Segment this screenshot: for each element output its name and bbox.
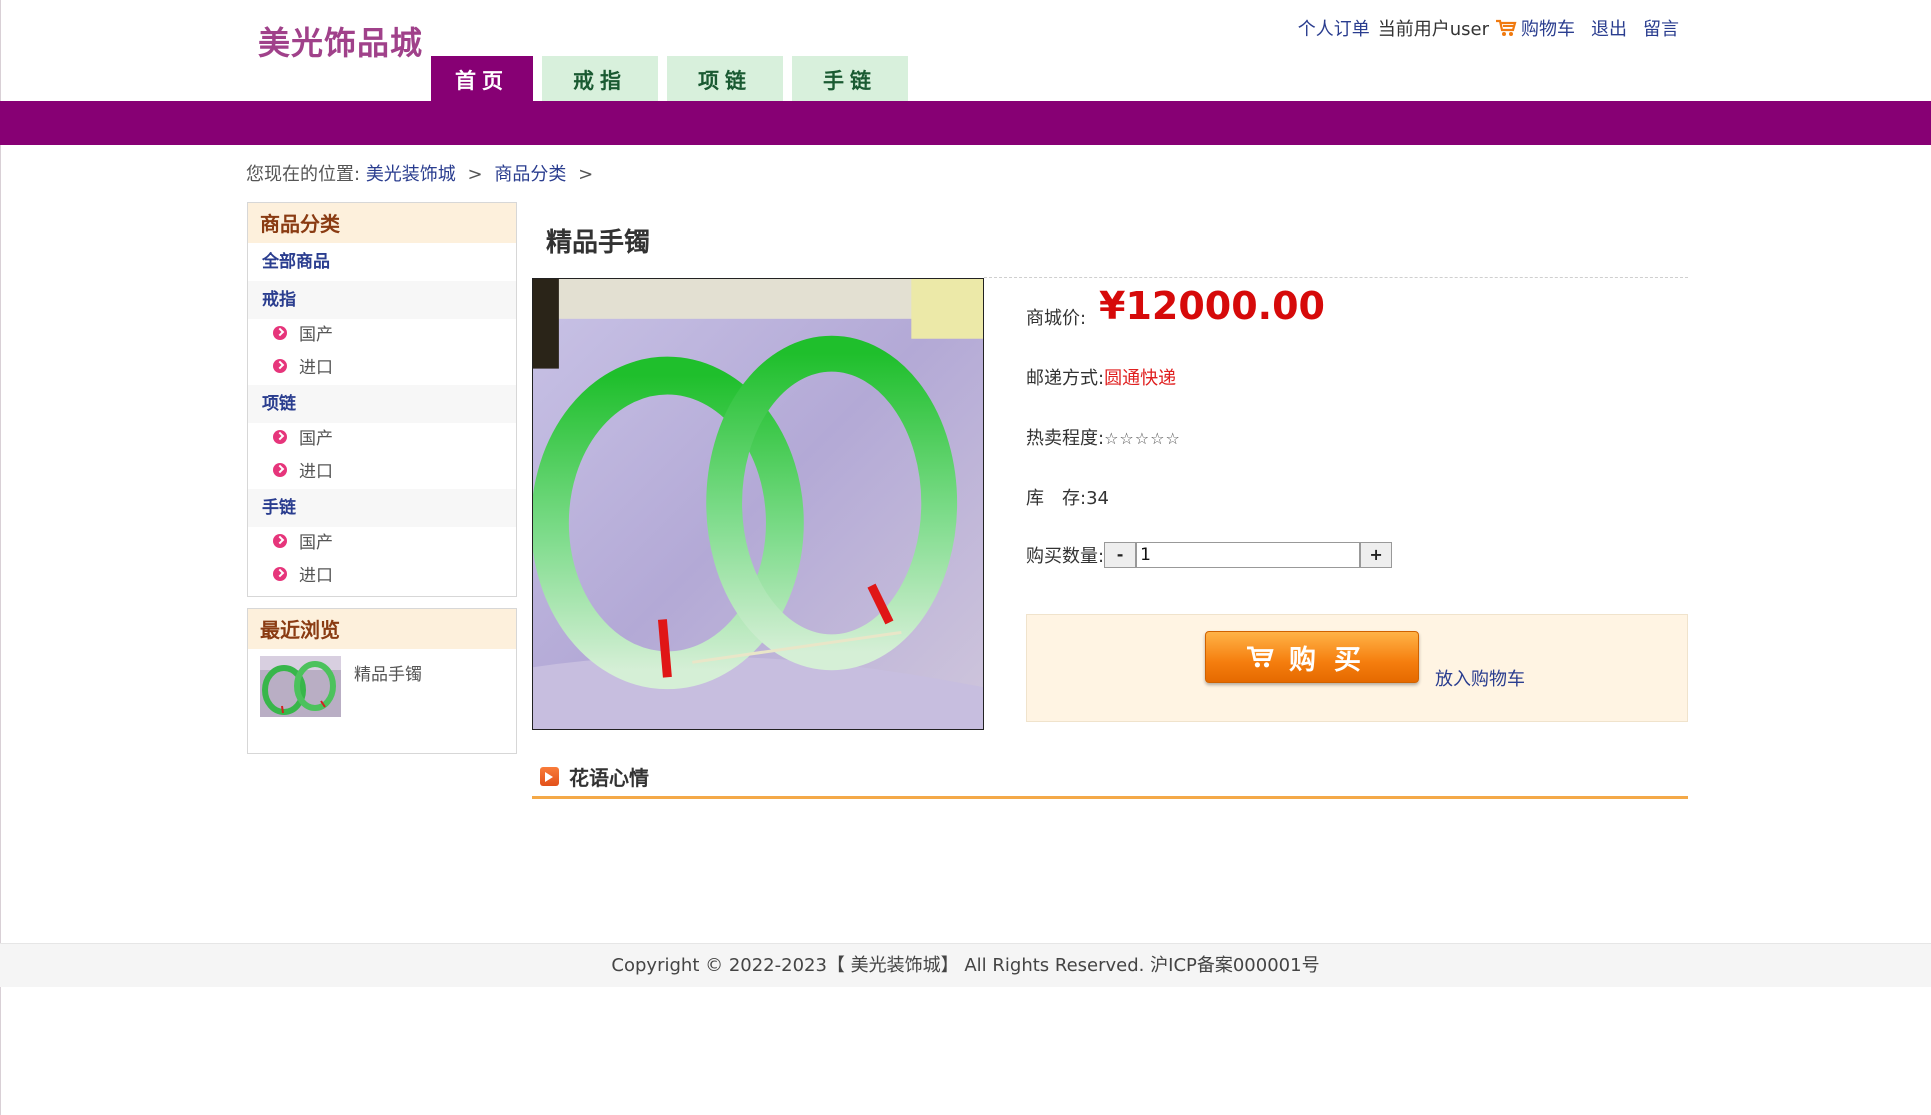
category-group-bracelets[interactable]: 手链 <box>248 489 516 527</box>
category-sub-label: 国产 <box>299 429 333 449</box>
quantity-input[interactable]: 1 <box>1136 542 1361 568</box>
bullet-arrow-icon <box>273 358 287 373</box>
quantity-label: 购买数量: <box>1026 546 1105 567</box>
cart-link[interactable]: 购物车 <box>1521 15 1575 41</box>
quantity-row: 购买数量: - 1 + <box>1026 542 1393 568</box>
bullet-arrow-icon <box>273 533 287 548</box>
category-sub-label: 进口 <box>299 566 333 586</box>
breadcrumb-separator: > <box>467 164 483 185</box>
category-sub-label: 国产 <box>299 533 333 553</box>
breadcrumb: 您现在的位置: 美光装饰城 > 商品分类 > <box>246 160 599 186</box>
main-nav: 首页 戒指 项链 手链 <box>431 56 908 101</box>
category-group-necklaces[interactable]: 项链 <box>248 385 516 423</box>
buy-button[interactable]: 购买 <box>1205 631 1419 683</box>
tab-home[interactable]: 首页 <box>431 56 533 101</box>
stock-label: 库 存: <box>1026 488 1087 509</box>
add-to-cart-link[interactable]: 放入购物车 <box>1435 665 1525 691</box>
arrow-right-icon <box>540 767 559 786</box>
recent-item-thumbnail[interactable] <box>260 656 341 717</box>
quantity-decrease-button[interactable]: - <box>1104 542 1137 568</box>
category-sub-item[interactable]: 国产 <box>248 527 516 560</box>
cart-icon <box>1247 646 1274 668</box>
recent-item-name[interactable]: 精品手镯 <box>354 660 422 717</box>
shipping-label: 邮递方式: <box>1026 368 1105 389</box>
category-sub-item[interactable]: 进口 <box>248 560 516 593</box>
product-title: 精品手镯 <box>546 228 651 258</box>
category-sub-label: 进口 <box>299 358 333 378</box>
orders-link[interactable]: 个人订单 <box>1298 15 1370 41</box>
stock-value: 34 <box>1086 488 1109 509</box>
category-panel-title: 商品分类 <box>248 203 516 243</box>
recent-panel-title: 最近浏览 <box>248 609 516 649</box>
shipping-value: 圆通快递 <box>1104 368 1177 389</box>
breadcrumb-category[interactable]: 商品分类 <box>494 164 566 185</box>
star-rating: ☆☆☆☆☆ <box>1104 429 1181 448</box>
category-sub-item[interactable]: 进口 <box>248 352 516 385</box>
footer: Copyright © 2022-2023【 美光装饰城】 All Rights… <box>0 943 1931 987</box>
logout-link[interactable]: 退出 <box>1591 15 1627 41</box>
category-panel: 商品分类 全部商品 戒指 国产 进口 项链 国产 进口 手链 国产 进口 <box>247 202 517 597</box>
price-label: 商城价: <box>1026 308 1087 329</box>
category-sub-item[interactable]: 国产 <box>248 423 516 456</box>
breadcrumb-home[interactable]: 美光装饰城 <box>366 164 456 185</box>
bullet-arrow-icon <box>273 325 287 340</box>
stock-row: 库 存:34 <box>1026 484 1109 510</box>
tab-bracelets[interactable]: 手链 <box>792 56 908 101</box>
section-divider <box>532 796 1688 799</box>
shipping-row: 邮递方式:圆通快递 <box>1026 364 1176 390</box>
message-link[interactable]: 留言 <box>1643 15 1679 41</box>
section-title: 花语心情 <box>569 766 649 790</box>
popularity-row: 热卖程度:☆☆☆☆☆ <box>1026 424 1181 450</box>
buy-button-label: 购买 <box>1289 644 1379 676</box>
category-all[interactable]: 全部商品 <box>248 243 516 281</box>
bullet-arrow-icon <box>273 462 287 477</box>
category-group-rings[interactable]: 戒指 <box>248 281 516 319</box>
product-image <box>532 278 984 730</box>
bullet-arrow-icon <box>273 429 287 444</box>
category-sub-label: 进口 <box>299 462 333 482</box>
bullet-arrow-icon <box>273 566 287 581</box>
quantity-increase-button[interactable]: + <box>1360 542 1393 568</box>
popularity-label: 热卖程度: <box>1026 428 1105 449</box>
breadcrumb-separator: > <box>578 164 594 185</box>
category-sub-label: 国产 <box>299 325 333 345</box>
top-links: 个人订单 当前用户user 购物车 退出 留言 <box>1298 15 1679 41</box>
category-sub-item[interactable]: 国产 <box>248 319 516 352</box>
purchase-box: 购买 放入购物车 <box>1026 614 1688 722</box>
category-sub-item[interactable]: 进口 <box>248 456 516 489</box>
tab-rings[interactable]: 戒指 <box>542 56 658 101</box>
nav-bar-strip <box>0 101 1931 145</box>
recent-item[interactable]: 精品手镯 <box>260 656 422 717</box>
title-divider <box>984 277 1688 278</box>
product-price: ¥12000.00 <box>1099 284 1325 328</box>
tab-necklaces[interactable]: 项链 <box>667 56 783 101</box>
section-header: 花语心情 <box>540 762 649 791</box>
site-logo[interactable]: 美光饰品城 <box>258 18 423 64</box>
recent-panel: 最近浏览 精品手镯 <box>247 608 517 754</box>
current-user-label: 当前用户user <box>1377 19 1489 40</box>
breadcrumb-prefix: 您现在的位置: <box>246 164 361 185</box>
cart-icon <box>1496 19 1517 36</box>
